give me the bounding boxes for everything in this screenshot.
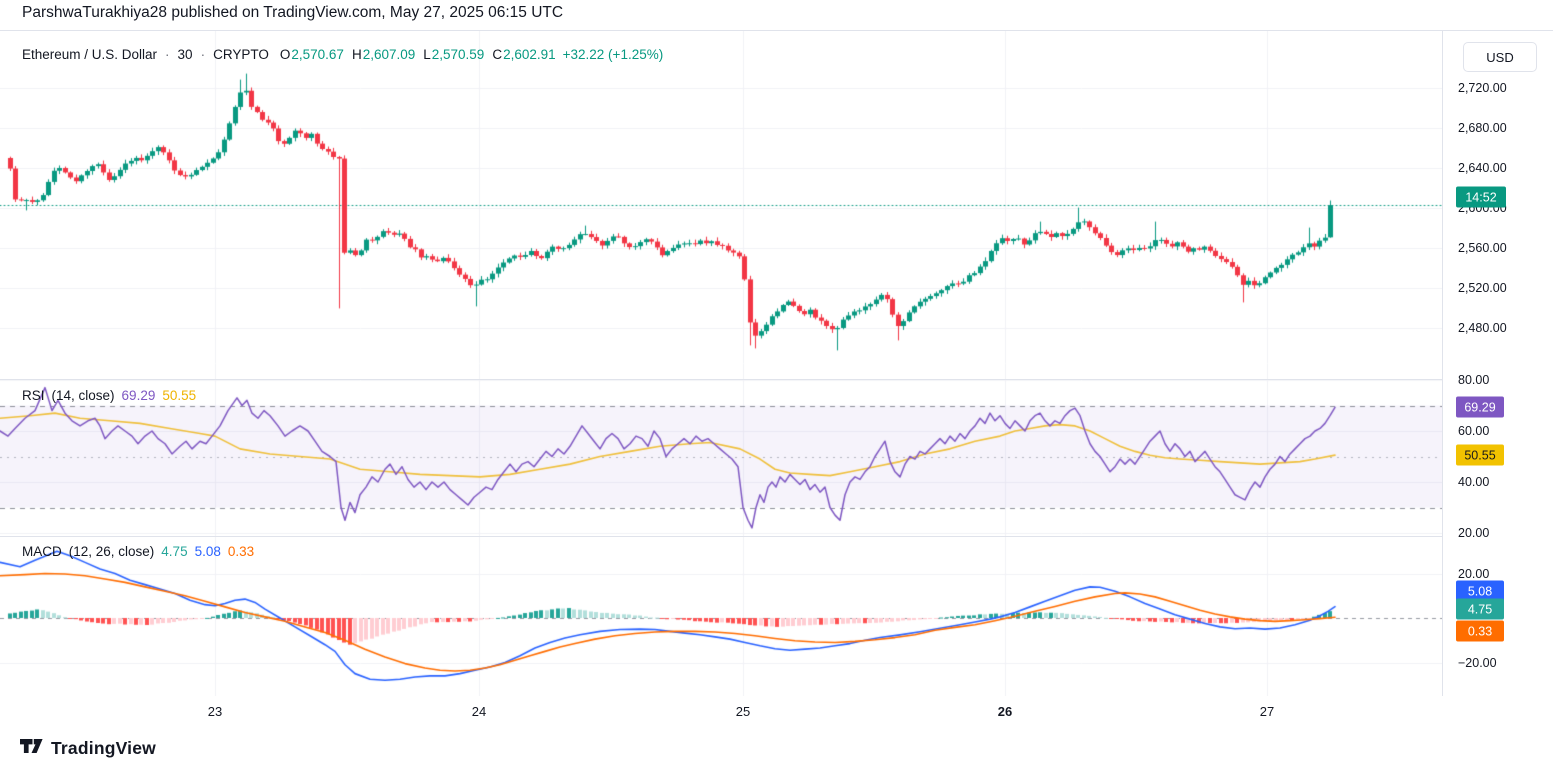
time-axis[interactable]: 23 24 25 26 27 (0, 696, 1553, 728)
time-tick-label: 27 (1260, 704, 1274, 719)
pane-separator[interactable] (0, 536, 1553, 537)
legend-separator: · (165, 47, 170, 62)
chart-canvas[interactable] (0, 31, 1442, 696)
ohlc-h: H2,607.09 (352, 47, 415, 62)
published-header: ParshwaTurakhiya28 published on TradingV… (22, 4, 563, 22)
time-tick-label: 24 (472, 704, 486, 719)
tradingview-logo-icon (20, 739, 43, 759)
tradingview-logo[interactable]: TradingView (20, 738, 156, 759)
symbol-title: Ethereum / U.S. Dollar (22, 47, 157, 62)
ohlc-values: O2,570.67 H2,607.09 L2,570.59 C2,602.91 (280, 47, 556, 62)
rsi-ma-value-badge: 50.55 (1456, 445, 1504, 466)
currency-button[interactable]: USD (1463, 42, 1537, 72)
rsi-legend: RSI (14, close) 69.29 50.55 (22, 388, 196, 403)
rsi-tick-label: 20.00 (1458, 526, 1489, 540)
macd-signal-value: 0.33 (228, 544, 254, 559)
rsi-name: RSI (22, 388, 45, 403)
time-tick-label: 26 (998, 704, 1012, 719)
pane-separator[interactable] (0, 379, 1553, 380)
price-change: +32.22 (+1.25%) (563, 47, 664, 62)
rsi-params: (14, close) (52, 388, 115, 403)
price-tick-label: 2,560.00 (1458, 241, 1507, 255)
rsi-ma-value: 50.55 (162, 388, 196, 403)
tradingview-snapshot: ParshwaTurakhiya28 published on TradingV… (0, 0, 1553, 772)
time-tick-label: 25 (736, 704, 750, 719)
macd-name: MACD (22, 544, 62, 559)
macd-signal-badge: 0.33 (1456, 621, 1504, 642)
rsi-value: 69.29 (122, 388, 156, 403)
rsi-value-badge: 69.29 (1456, 397, 1504, 418)
rsi-tick-label: 40.00 (1458, 475, 1489, 489)
price-tick-label: 2,640.00 (1458, 161, 1507, 175)
symbol-interval: 30 (178, 47, 193, 62)
macd-tick-label: 20.00 (1458, 567, 1489, 581)
price-axis[interactable]: USD 2,720.002,680.002,640.002,600.002,56… (1442, 31, 1553, 696)
macd-tick-label: −20.00 (1458, 656, 1497, 670)
price-tick-label: 2,520.00 (1458, 281, 1507, 295)
ohlc-c: C2,602.91 (492, 47, 555, 62)
tradingview-logo-text: TradingView (51, 738, 156, 759)
symbol-legend: Ethereum / U.S. Dollar · 30 · CRYPTO O2,… (22, 47, 663, 62)
macd-histogram-value: 4.75 (161, 544, 187, 559)
macd-line-value: 5.08 (195, 544, 221, 559)
symbol-exchange: CRYPTO (213, 47, 269, 62)
rsi-tick-label: 60.00 (1458, 424, 1489, 438)
macd-histogram-badge: 4.75 (1456, 599, 1504, 620)
macd-legend: MACD (12, 26, close) 4.75 5.08 0.33 (22, 544, 254, 559)
legend-separator: · (201, 47, 206, 62)
price-tick-label: 2,680.00 (1458, 121, 1507, 135)
ohlc-l: L2,570.59 (423, 47, 484, 62)
time-tick-label: 23 (208, 704, 222, 719)
chart-widget: Ethereum / U.S. Dollar · 30 · CRYPTO O2,… (0, 30, 1553, 728)
macd-params: (12, 26, close) (69, 544, 155, 559)
ohlc-o: O2,570.67 (280, 47, 344, 62)
rsi-tick-label: 80.00 (1458, 373, 1489, 387)
price-tick-label: 2,720.00 (1458, 81, 1507, 95)
price-tick-label: 2,480.00 (1458, 321, 1507, 335)
last-price-countdown-badge: 14:52 (1456, 187, 1506, 208)
